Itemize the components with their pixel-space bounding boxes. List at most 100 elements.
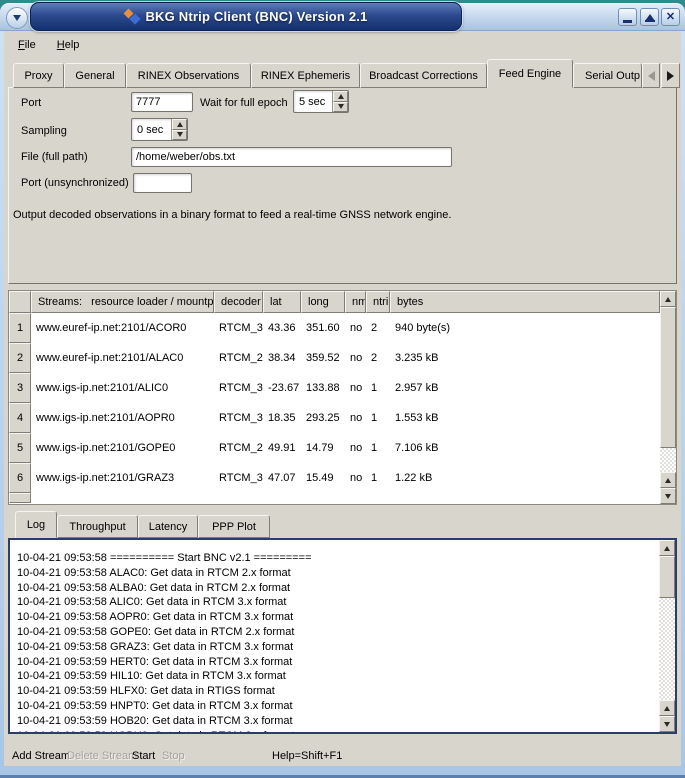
cell-bytes: 1.553 kB (390, 403, 660, 433)
scroll-down-button[interactable] (659, 716, 675, 732)
header-ntrip[interactable]: ntrip (366, 291, 390, 313)
app-window: BKG Ntrip Client (BNC) Version 2.1 ✕ Fil… (0, 0, 685, 778)
cell-long: 133.88 (301, 373, 345, 403)
row-number[interactable]: 1 (9, 313, 31, 343)
spin-up-button[interactable] (172, 119, 187, 130)
scroll-down-button[interactable] (660, 488, 676, 504)
cell-decoder: RTCM_3.1 (214, 313, 263, 343)
stop-button: Stop (162, 750, 185, 762)
satellite-icon (124, 9, 139, 24)
maximize-button[interactable] (640, 8, 659, 26)
start-button[interactable]: Start (132, 750, 155, 762)
wait-epoch-spinbox[interactable]: 5 sec (293, 90, 349, 113)
header-nmea[interactable]: nmea (345, 291, 366, 313)
scrollbar-thumb[interactable] (660, 307, 676, 448)
table-row[interactable]: 6 www.igs-ip.net:2101/GRAZ3 RTCM_3.0 47.… (9, 463, 660, 493)
log-scrollbar[interactable] (659, 540, 675, 732)
scrollbar-track[interactable] (660, 448, 676, 472)
tab-serial-output[interactable]: Serial Outp (573, 63, 642, 88)
cell-ntrip: 2 (366, 313, 390, 343)
streams-table: Streams: resource loader / mountpoint de… (8, 290, 677, 505)
header-long[interactable]: long (301, 291, 345, 313)
row-number[interactable]: 2 (9, 343, 31, 373)
port-input[interactable] (131, 92, 193, 112)
header-lat[interactable]: lat (263, 291, 301, 313)
menu-file[interactable]: File (14, 37, 40, 53)
cell-long: 359.52 (301, 343, 345, 373)
file-path-input[interactable] (131, 147, 452, 167)
log-line: 10-04-21 09:53:58 GOPE0: Get data in RTC… (17, 625, 657, 640)
cell-nmea: no (345, 373, 366, 403)
window-title: BKG Ntrip Client (BNC) Version 2.1 (145, 9, 367, 24)
scroll-up-button[interactable] (659, 540, 675, 556)
table-row[interactable]: 2 www.euref-ip.net:2101/ALAC0 RTCM_2.3 3… (9, 343, 660, 373)
table-row[interactable]: 3 www.igs-ip.net:2101/ALIC0 RTCM_3.1 -23… (9, 373, 660, 403)
sampling-spinbox[interactable]: 0 sec (131, 118, 188, 141)
row-number[interactable]: 4 (9, 403, 31, 433)
menubar: File Help (4, 33, 681, 56)
streams-table-header: Streams: resource loader / mountpoint de… (9, 291, 660, 313)
spin-down-button[interactable] (333, 102, 348, 113)
arrow-up-icon (338, 94, 344, 99)
row-number[interactable]: 5 (9, 433, 31, 463)
cell-lat: 49.91 (263, 433, 301, 463)
tab-latency[interactable]: Latency (138, 515, 198, 538)
minimize-button[interactable] (618, 8, 637, 26)
port-label: Port (21, 97, 41, 109)
tab-rinex-ephemeris[interactable]: RINEX Ephemeris (251, 63, 360, 88)
cell-ntrip: 1 (366, 403, 390, 433)
tab-scroll-left-button[interactable] (642, 63, 660, 88)
header-bytes[interactable]: bytes (390, 291, 660, 313)
cell-mountpoint: www.igs-ip.net:2101/GRAZ3 (31, 463, 214, 493)
add-stream-button[interactable]: Add Stream (12, 750, 70, 762)
arrow-down-icon (664, 722, 670, 727)
row-number-partial (9, 493, 31, 503)
cell-decoder: RTCM_3.0 (214, 403, 263, 433)
log-output[interactable]: 10-04-21 09:53:58 ========== Start BNC v… (8, 538, 677, 734)
cell-decoder: RTCM_2.3 (214, 433, 263, 463)
close-button[interactable]: ✕ (661, 8, 680, 26)
header-decoder[interactable]: decoder (214, 291, 263, 313)
table-row[interactable]: 4 www.igs-ip.net:2101/AOPR0 RTCM_3.0 18.… (9, 403, 660, 433)
header-mountpoint[interactable]: Streams: resource loader / mountpoint (31, 291, 214, 313)
cell-decoder: RTCM_3.1 (214, 373, 263, 403)
tab-log[interactable]: Log (15, 511, 57, 538)
port-unsync-input[interactable] (133, 173, 192, 193)
tab-ppp-plot[interactable]: PPP Plot (198, 515, 270, 538)
log-line: 10-04-21 09:53:58 ALAC0: Get data in RTC… (17, 566, 657, 581)
cell-nmea: no (345, 463, 366, 493)
log-line: 10-04-21 09:53:59 HOBU0: Get data in RTC… (17, 729, 657, 732)
row-number[interactable]: 6 (9, 463, 31, 493)
table-row[interactable]: 5 www.igs-ip.net:2101/GOPE0 RTCM_2.3 49.… (9, 433, 660, 463)
cell-lat: 47.07 (263, 463, 301, 493)
cell-bytes: 1.22 kB (390, 463, 660, 493)
spin-down-button[interactable] (172, 130, 187, 141)
scroll-up-button[interactable] (660, 291, 676, 307)
window-menu-button[interactable] (6, 7, 28, 29)
table-row[interactable]: 1 www.euref-ip.net:2101/ACOR0 RTCM_3.1 4… (9, 313, 660, 343)
streams-scrollbar[interactable] (660, 291, 676, 504)
tab-rinex-observations[interactable]: RINEX Observations (126, 63, 251, 88)
scrollbar-thumb[interactable] (659, 556, 675, 598)
row-number[interactable]: 3 (9, 373, 31, 403)
port-unsync-label: Port (unsynchronized) (21, 177, 129, 189)
tab-general[interactable]: General (64, 63, 126, 88)
cell-mountpoint: www.euref-ip.net:2101/ALAC0 (31, 343, 214, 373)
cell-mountpoint: www.euref-ip.net:2101/ACOR0 (31, 313, 214, 343)
minimize-icon (623, 20, 632, 23)
tab-throughput[interactable]: Throughput (57, 515, 138, 538)
tab-broadcast-corrections[interactable]: Broadcast Corrections (360, 63, 487, 88)
cell-long: 14.79 (301, 433, 345, 463)
tab-proxy[interactable]: Proxy (13, 63, 64, 88)
cell-mountpoint: www.igs-ip.net:2101/ALIC0 (31, 373, 214, 403)
cell-long: 15.49 (301, 463, 345, 493)
tab-scroll-right-button[interactable] (661, 63, 680, 88)
menu-help[interactable]: Help (53, 37, 84, 53)
scrollbar-track[interactable] (659, 598, 675, 700)
scroll-up-button-2[interactable] (659, 700, 675, 716)
tab-feed-engine[interactable]: Feed Engine (487, 59, 573, 88)
title-tab[interactable]: BKG Ntrip Client (BNC) Version 2.1 (30, 2, 462, 31)
scroll-up-button-2[interactable] (660, 472, 676, 488)
log-line: 10-04-21 09:53:58 ALIC0: Get data in RTC… (17, 595, 657, 610)
spin-up-button[interactable] (333, 91, 348, 102)
